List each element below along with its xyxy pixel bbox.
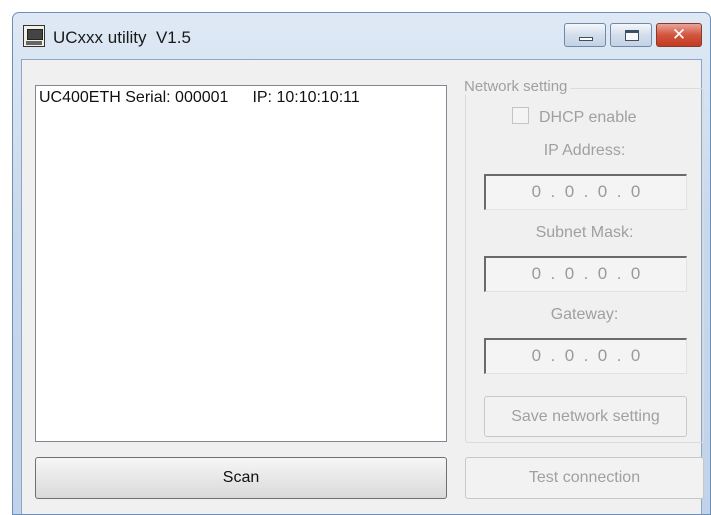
- window-title: UCxxx utility V1.5: [53, 28, 191, 47]
- save-network-setting-button[interactable]: Save network setting: [484, 396, 687, 437]
- device-name: UC400ETH Serial: 000001: [39, 89, 229, 106]
- client-area: UC400ETH Serial: 000001 IP: 10:10:10:11 N…: [21, 59, 704, 514]
- ip-address-field[interactable]: 0 . 0 . 0 . 0: [484, 174, 687, 210]
- dhcp-checkbox[interactable]: DHCP enable: [512, 107, 637, 127]
- list-item[interactable]: UC400ETH Serial: 000001 IP: 10:10:10:11: [39, 89, 360, 107]
- maximize-icon: [625, 30, 639, 41]
- test-connection-button[interactable]: Test connection: [465, 457, 704, 499]
- gateway-label: Gateway:: [550, 306, 619, 323]
- app-icon: [23, 25, 45, 47]
- network-setting-legend: Network setting: [461, 78, 571, 95]
- device-ip: IP: 10:10:10:11: [252, 89, 360, 106]
- app-window: UCxxx utility V1.5 ✕ UC400ETH Serial: 00…: [12, 12, 711, 515]
- gateway-field[interactable]: 0 . 0 . 0 . 0: [484, 338, 687, 374]
- device-list[interactable]: UC400ETH Serial: 000001 IP: 10:10:10:11: [35, 85, 447, 442]
- minimize-button[interactable]: [564, 23, 606, 47]
- dhcp-label: DHCP enable: [539, 109, 637, 126]
- close-icon: ✕: [671, 25, 687, 45]
- maximize-button[interactable]: [610, 23, 652, 47]
- title-bar[interactable]: UCxxx utility V1.5 ✕: [13, 13, 710, 59]
- minimize-icon: [579, 37, 593, 41]
- scan-button[interactable]: Scan: [35, 457, 447, 499]
- checkbox-icon: [512, 107, 529, 124]
- close-button[interactable]: ✕: [656, 23, 702, 47]
- subnet-mask-label: Subnet Mask:: [535, 224, 634, 241]
- ip-address-label: IP Address:: [543, 142, 626, 159]
- subnet-mask-field[interactable]: 0 . 0 . 0 . 0: [484, 256, 687, 292]
